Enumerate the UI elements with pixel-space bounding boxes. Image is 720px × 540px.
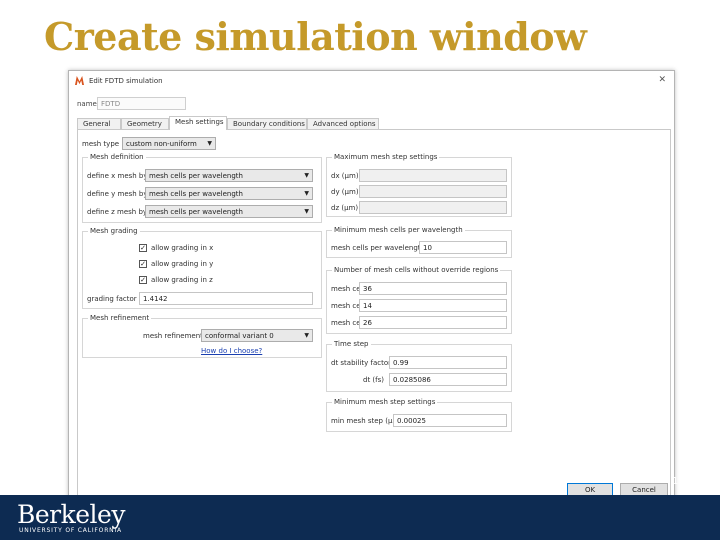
define-z-select[interactable]: mesh cells per wavelength ▼ bbox=[145, 205, 313, 218]
mesh-type-value: custom non-uniform bbox=[126, 140, 197, 148]
dt-fs-label: dt (fs) bbox=[363, 376, 384, 384]
berkeley-logo: Berkeley bbox=[17, 500, 125, 529]
mesh-type-select[interactable]: custom non-uniform ▼ bbox=[122, 137, 216, 150]
define-y-value: mesh cells per wavelength bbox=[149, 190, 243, 198]
chevron-down-icon: ▼ bbox=[304, 332, 309, 339]
define-y-label: define y mesh by bbox=[87, 190, 148, 198]
dialog-titlebar[interactable]: Edit FDTD simulation ✕ bbox=[69, 71, 674, 91]
chevron-down-icon: ▼ bbox=[304, 208, 309, 215]
min-step-title: Minimum mesh step settings bbox=[332, 398, 438, 406]
grading-factor-label: grading factor bbox=[87, 295, 137, 303]
mesh-type-label: mesh type bbox=[82, 140, 120, 148]
mesh-refinement-group: Mesh refinement mesh refinement conforma… bbox=[82, 314, 322, 358]
min-cells-label: mesh cells per wavelength bbox=[331, 244, 425, 252]
mesh-refinement-label: mesh refinement bbox=[143, 332, 203, 340]
tab-general[interactable]: General bbox=[77, 118, 121, 129]
min-cells-group: Minimum mesh cells per wavelength mesh c… bbox=[326, 226, 512, 258]
tab-geometry[interactable]: Geometry bbox=[121, 118, 169, 129]
dz-field[interactable] bbox=[359, 201, 507, 214]
chevron-down-icon: ▼ bbox=[304, 190, 309, 197]
dt-fs-field: 0.0285086 bbox=[389, 373, 507, 386]
how-to-choose-link[interactable]: How do I choose? bbox=[201, 347, 262, 355]
berkeley-logo-subtitle: UNIVERSITY OF CALIFORNIA bbox=[19, 527, 122, 534]
mesh-refinement-select[interactable]: conformal variant 0 ▼ bbox=[201, 329, 313, 342]
max-step-title: Maximum mesh step settings bbox=[332, 153, 440, 161]
grading-y-label: allow grading in y bbox=[151, 260, 214, 268]
cells-no-override-group: Number of mesh cells without override re… bbox=[326, 266, 512, 334]
dt-stability-label: dt stability factor bbox=[331, 359, 391, 367]
time-step-title: Time step bbox=[332, 340, 371, 348]
tab-mesh-settings[interactable]: Mesh settings bbox=[169, 116, 227, 130]
dt-stability-field[interactable]: 0.99 bbox=[389, 356, 507, 369]
page-number: 11 bbox=[672, 476, 685, 487]
tab-bar: General Geometry Mesh settings Boundary … bbox=[77, 116, 671, 130]
grading-factor-field[interactable]: 1.4142 bbox=[139, 292, 313, 305]
dialog-title: Edit FDTD simulation bbox=[89, 77, 163, 85]
mesh-definition-title: Mesh definition bbox=[88, 153, 146, 161]
dx-field[interactable] bbox=[359, 169, 507, 182]
mesh-grading-group: Mesh grading ✓ allow grading in x ✓ allo… bbox=[82, 227, 322, 309]
time-step-group: Time step dt stability factor 0.99 dt (f… bbox=[326, 340, 512, 392]
chevron-down-icon: ▼ bbox=[304, 172, 309, 179]
grading-z-checkbox[interactable]: ✓ bbox=[139, 276, 147, 284]
mesh-settings-panel: mesh type custom non-uniform ▼ Mesh defi… bbox=[77, 129, 671, 499]
edit-fdtd-dialog: Edit FDTD simulation ✕ name FDTD General… bbox=[68, 70, 675, 500]
grading-z-label: allow grading in z bbox=[151, 276, 213, 284]
name-label: name bbox=[77, 100, 97, 108]
app-logo-icon bbox=[75, 76, 84, 85]
define-z-label: define z mesh by bbox=[87, 208, 148, 216]
grading-x-label: allow grading in x bbox=[151, 244, 214, 252]
dy-label: dy (μm) bbox=[331, 188, 359, 196]
mesh-refinement-value: conformal variant 0 bbox=[205, 332, 274, 340]
mesh-cells-y-field: 14 bbox=[359, 299, 507, 312]
mesh-cells-z-field: 26 bbox=[359, 316, 507, 329]
mesh-definition-group: Mesh definition define x mesh by mesh ce… bbox=[82, 153, 322, 223]
mesh-grading-title: Mesh grading bbox=[88, 227, 140, 235]
define-x-select[interactable]: mesh cells per wavelength ▼ bbox=[145, 169, 313, 182]
grading-x-checkbox[interactable]: ✓ bbox=[139, 244, 147, 252]
dy-field[interactable] bbox=[359, 185, 507, 198]
name-field[interactable]: FDTD bbox=[97, 97, 186, 110]
mesh-cells-x-field: 36 bbox=[359, 282, 507, 295]
define-x-label: define x mesh by bbox=[87, 172, 148, 180]
grading-y-checkbox[interactable]: ✓ bbox=[139, 260, 147, 268]
min-cells-title: Minimum mesh cells per wavelength bbox=[332, 226, 465, 234]
min-step-label: min mesh step (μm) bbox=[331, 417, 402, 425]
define-z-value: mesh cells per wavelength bbox=[149, 208, 243, 216]
close-icon[interactable]: ✕ bbox=[658, 75, 666, 85]
define-y-select[interactable]: mesh cells per wavelength ▼ bbox=[145, 187, 313, 200]
cells-no-override-title: Number of mesh cells without override re… bbox=[332, 266, 501, 274]
chevron-down-icon: ▼ bbox=[207, 140, 212, 147]
mesh-refinement-title: Mesh refinement bbox=[88, 314, 152, 322]
slide-title: Create simulation window bbox=[44, 14, 587, 59]
min-step-field[interactable]: 0.00025 bbox=[393, 414, 507, 427]
min-step-group: Minimum mesh step settings min mesh step… bbox=[326, 398, 512, 432]
tab-boundary-conditions[interactable]: Boundary conditions bbox=[227, 118, 307, 129]
tab-advanced-options[interactable]: Advanced options bbox=[307, 118, 379, 129]
max-step-group: Maximum mesh step settings dx (μm) dy (μ… bbox=[326, 153, 512, 217]
min-cells-field[interactable]: 10 bbox=[419, 241, 507, 254]
dx-label: dx (μm) bbox=[331, 172, 359, 180]
define-x-value: mesh cells per wavelength bbox=[149, 172, 243, 180]
dz-label: dz (μm) bbox=[331, 204, 359, 212]
